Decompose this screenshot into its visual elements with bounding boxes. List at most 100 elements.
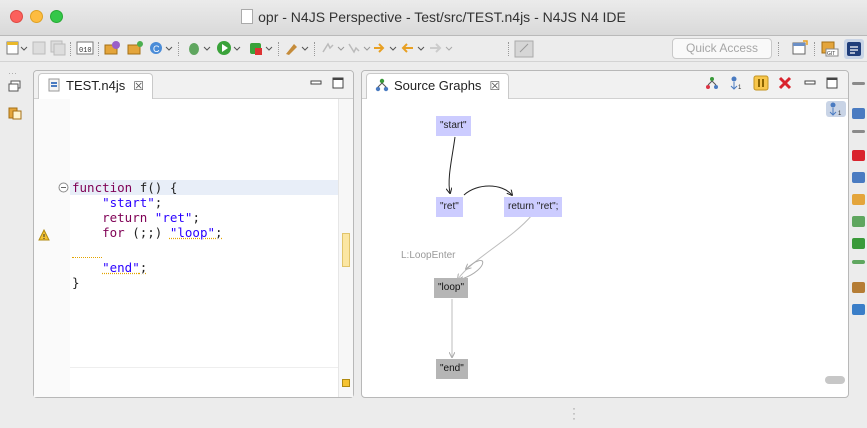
graph-node-end[interactable]: "end"	[436, 359, 468, 379]
graph-canvas[interactable]: "start" "ret" return "ret"; L:LoopEnter …	[362, 99, 848, 397]
warning-icon[interactable]	[38, 228, 50, 241]
close-tab-icon[interactable]: ☒	[133, 79, 144, 93]
new-class-icon[interactable]	[126, 40, 144, 58]
graph-node-return-ret[interactable]: return "ret";	[504, 197, 563, 217]
run-icon[interactable]	[216, 40, 242, 58]
open-perspective-button[interactable]	[790, 39, 810, 59]
graph-node-loop[interactable]: "loop"	[434, 278, 469, 298]
tasks-icon[interactable]	[852, 194, 865, 205]
debug-icon[interactable]	[186, 40, 212, 58]
source-graphs-icon	[375, 78, 389, 92]
prev-annotation-icon[interactable]	[346, 40, 372, 58]
left-trim-stack: ⋯	[0, 68, 30, 398]
tab-label: Source Graphs	[394, 78, 482, 93]
maximize-icon[interactable]	[332, 77, 344, 89]
save-icon[interactable]	[32, 40, 46, 58]
toolbar-separator	[278, 42, 279, 56]
ruler-summary-marker[interactable]	[342, 379, 350, 387]
outline-icon[interactable]	[852, 108, 865, 119]
source-graphs-view-icon[interactable]	[852, 238, 865, 249]
next-annotation-icon[interactable]	[320, 40, 346, 58]
document-icon	[241, 9, 254, 24]
restore-icon[interactable]	[852, 130, 865, 133]
bottom-trim-grip[interactable]: · · ·	[572, 402, 576, 424]
maximize-icon[interactable]	[826, 77, 838, 89]
binary-icon[interactable]: 010	[76, 40, 94, 58]
pause-icon[interactable]	[753, 75, 769, 91]
console-icon[interactable]	[852, 172, 865, 183]
code-line: function f() {	[72, 180, 178, 195]
edge-start-ret	[449, 136, 456, 193]
problems-icon[interactable]	[852, 150, 865, 161]
trim-grip[interactable]: ⋯	[8, 68, 18, 79]
brush-icon[interactable]	[284, 40, 310, 58]
quick-access-input[interactable]: Quick Access	[672, 38, 772, 59]
code-line: for (;;) "loop";	[102, 225, 223, 240]
code-line: }	[72, 275, 80, 290]
svg-text:1: 1	[838, 111, 842, 117]
sort-graph-icon[interactable]: 1	[728, 75, 744, 91]
minimize-icon[interactable]	[310, 77, 322, 89]
window-title-text: opr - N4JS Perspective - Test/src/TEST.n…	[258, 9, 626, 25]
graph-overlay-sort-icon[interactable]: 1	[826, 101, 846, 117]
forward-icon[interactable]	[428, 40, 454, 58]
main-toolbar: 010 C Quick Access GIT	[0, 36, 867, 62]
title-bar: opr - N4JS Perspective - Test/src/TEST.n…	[0, 0, 867, 36]
tab-source-graphs[interactable]: Source Graphs ☒	[366, 73, 510, 99]
toolbar-separator	[178, 42, 179, 56]
git-perspective-button[interactable]: GIT	[820, 39, 840, 59]
fold-icon[interactable]	[58, 182, 69, 193]
n4js-perspective-button[interactable]	[844, 39, 864, 59]
history-icon[interactable]	[852, 304, 865, 315]
tab-label: TEST.n4js	[66, 78, 126, 93]
tab-test-n4js[interactable]: TEST.n4js ☒	[38, 73, 154, 99]
layout-graph-icon[interactable]	[705, 76, 719, 90]
external-tools-icon[interactable]	[248, 40, 274, 58]
edge-label-loop-enter: L:LoopEnter	[401, 250, 456, 261]
editor-panel-header: TEST.n4js ☒	[34, 71, 353, 99]
code-line: "start";	[102, 195, 163, 210]
warning-squiggle	[72, 257, 102, 258]
svg-text:1: 1	[738, 85, 742, 91]
svg-text:C: C	[153, 44, 160, 54]
window-title: opr - N4JS Perspective - Test/src/TEST.n…	[0, 9, 867, 25]
progress-icon[interactable]	[852, 260, 865, 264]
toolbar-separator	[98, 42, 99, 56]
search-icon[interactable]	[852, 282, 865, 293]
toolbar-separator	[508, 42, 509, 56]
edge-loop-self	[461, 259, 484, 280]
n4js-file-icon	[47, 78, 61, 92]
graph-scrollbar[interactable]	[825, 376, 845, 384]
svg-text:GIT: GIT	[827, 51, 835, 57]
editor-content[interactable]: function f() { "start"; return "ret"; fo…	[34, 99, 353, 397]
save-all-icon[interactable]	[50, 40, 66, 58]
code-line: "end";	[102, 260, 148, 275]
ruler-warning-marker[interactable]	[342, 233, 350, 267]
horizontal-scrollbar[interactable]	[70, 367, 338, 368]
graph-node-start[interactable]: "start"	[436, 116, 471, 136]
properties-icon[interactable]	[852, 216, 865, 227]
new-wizard-icon[interactable]	[6, 40, 28, 58]
back-icon[interactable]	[400, 40, 426, 58]
editor-gutter	[34, 99, 70, 397]
toolbar-separator	[778, 42, 779, 56]
right-trim-stack	[850, 68, 867, 368]
close-tab-icon[interactable]: ☒	[489, 79, 500, 93]
restore-icon[interactable]	[852, 82, 865, 85]
toolbar-separator	[314, 42, 315, 56]
graph-panel-header: Source Graphs ☒ 1	[362, 71, 848, 99]
new-package-icon[interactable]: C	[148, 40, 174, 58]
code-line: return "ret";	[102, 210, 200, 225]
graph-node-ret[interactable]: "ret"	[436, 197, 463, 217]
edge-return-loop	[458, 214, 533, 279]
open-type-icon[interactable]	[104, 40, 122, 58]
project-explorer-icon[interactable]	[8, 106, 22, 120]
restore-icon[interactable]	[8, 80, 22, 93]
last-edit-icon[interactable]	[372, 40, 398, 58]
minimize-icon[interactable]	[804, 77, 816, 89]
pin-editor-icon[interactable]	[514, 40, 534, 58]
svg-text:010: 010	[79, 47, 92, 55]
toolbar-separator	[70, 42, 71, 56]
clear-icon[interactable]	[777, 75, 793, 91]
toolbar-separator	[814, 42, 815, 56]
